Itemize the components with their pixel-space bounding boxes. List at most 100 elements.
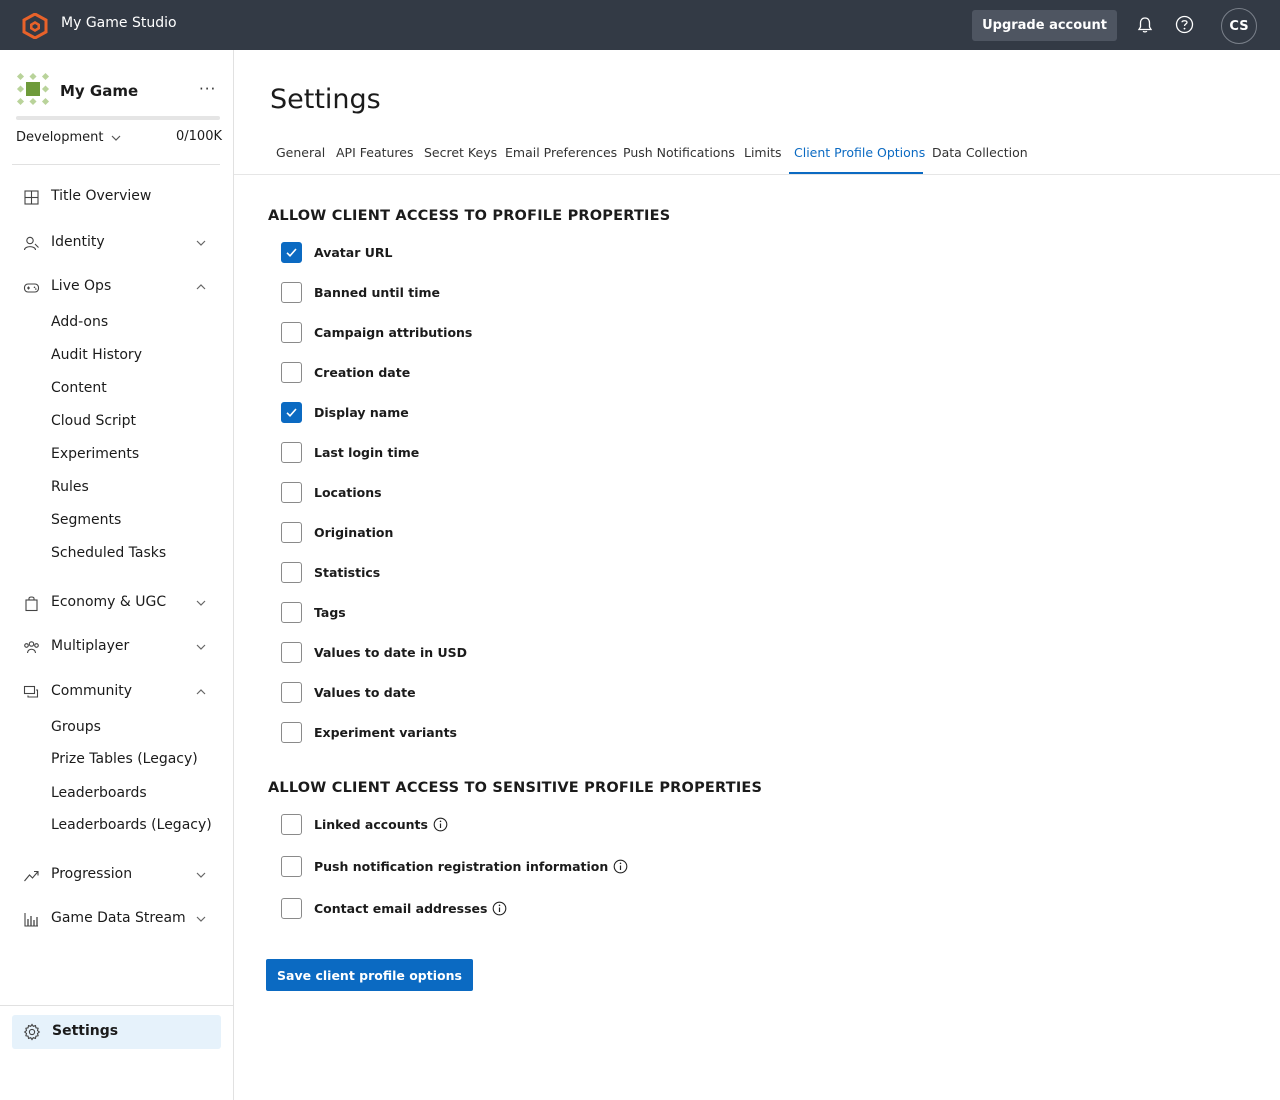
checkbox-option[interactable]: Locations [281,481,382,503]
nav-segments[interactable]: Segments [51,512,121,528]
nav-cloud-script[interactable]: Cloud Script [51,413,136,429]
nav-identity[interactable]: Identity [0,228,234,258]
chevron-down-icon [196,644,206,650]
checkbox-label[interactable]: Banned until time [314,285,440,300]
checkbox-label[interactable]: Campaign attributions [314,325,472,340]
user-avatar[interactable]: CS [1221,8,1257,44]
checkbox-option[interactable]: Display name [281,401,409,423]
info-icon[interactable] [433,817,448,832]
nav-prize-tables-legacy[interactable]: Prize Tables (Legacy) [51,751,198,767]
tab-general[interactable]: General [276,145,325,175]
checkbox-option[interactable]: Campaign attributions [281,321,472,343]
checkbox-checked[interactable] [281,401,302,423]
checkmark-icon [286,247,297,257]
checkbox-option[interactable]: Avatar URL [281,241,392,263]
bell-icon[interactable] [1136,16,1154,34]
checkbox-label[interactable]: Contact email addresses [314,901,487,916]
nav-content[interactable]: Content [51,380,107,396]
checkbox-label[interactable]: Values to date in USD [314,645,467,660]
checkbox-option[interactable]: Experiment variants [281,721,457,743]
checkbox-unchecked[interactable] [281,601,302,623]
checkbox-label[interactable]: Display name [314,405,409,420]
checkbox-unchecked[interactable] [281,441,302,463]
nav-scheduled-tasks[interactable]: Scheduled Tasks [51,545,166,561]
checkbox-option[interactable]: Push notification registration informati… [281,855,628,877]
top-bar: My Game Studio Upgrade account CS [0,0,1280,50]
checkbox-unchecked[interactable] [281,481,302,503]
tab-push-notifications[interactable]: Push Notifications [623,145,735,175]
checkbox-option[interactable]: Statistics [281,561,380,583]
nav-progression[interactable]: Progression [0,860,234,890]
nav-rules[interactable]: Rules [51,479,89,495]
checkbox-label[interactable]: Origination [314,525,393,540]
divider [12,164,220,165]
checkbox-option[interactable]: Linked accounts [281,813,448,835]
checkbox-unchecked[interactable] [281,721,302,743]
checkbox-unchecked[interactable] [281,321,302,343]
checkbox-option[interactable]: Contact email addresses [281,897,507,919]
nav-economy-ugc[interactable]: Economy & UGC [0,588,234,618]
checkbox-unchecked[interactable] [281,521,302,543]
nav-audit-history[interactable]: Audit History [51,347,142,363]
help-icon[interactable] [1175,15,1194,34]
nav-label: Multiplayer [51,638,130,654]
nav-multiplayer[interactable]: Multiplayer [0,632,234,662]
checkbox-unchecked[interactable] [281,813,302,835]
checkbox-checked[interactable] [281,241,302,263]
checkbox-label[interactable]: Experiment variants [314,725,457,740]
tab-secret-keys[interactable]: Secret Keys [424,145,497,175]
checkbox-label[interactable]: Creation date [314,365,410,380]
bar-chart-icon [24,913,38,927]
checkbox-unchecked[interactable] [281,855,302,877]
more-options-icon[interactable]: ··· [199,80,216,98]
nav-leaderboards[interactable]: Leaderboards [51,785,147,801]
section-heading-sensitive-properties: ALLOW CLIENT ACCESS TO SENSITIVE PROFILE… [268,780,763,796]
checkbox-label[interactable]: Last login time [314,445,419,460]
checkbox-option[interactable]: Creation date [281,361,410,383]
checkbox-option[interactable]: Last login time [281,441,419,463]
checkbox-option[interactable]: Tags [281,601,346,623]
checkbox-label[interactable]: Tags [314,605,346,620]
checkbox-label[interactable]: Statistics [314,565,380,580]
tab-limits[interactable]: Limits [744,145,782,175]
checkbox-option[interactable]: Values to date [281,681,416,703]
nav-settings[interactable]: Settings [12,1015,221,1049]
checkbox-option[interactable]: Banned until time [281,281,440,303]
checkbox-unchecked[interactable] [281,561,302,583]
nav-experiments[interactable]: Experiments [51,446,139,462]
studio-name[interactable]: My Game Studio [61,15,177,31]
chevron-down-icon [196,916,206,922]
checkbox-option[interactable]: Values to date in USD [281,641,467,663]
info-icon[interactable] [613,859,628,874]
tab-email-preferences[interactable]: Email Preferences [505,145,617,175]
brand-logo-icon[interactable] [22,13,48,39]
chevron-down-icon [196,240,206,246]
checkbox-label[interactable]: Values to date [314,685,416,700]
environment-selector[interactable]: Development [16,130,122,145]
tab-api-features[interactable]: API Features [336,145,414,175]
nav-add-ons[interactable]: Add-ons [51,314,108,330]
checkbox-label[interactable]: Linked accounts [314,817,428,832]
game-name[interactable]: My Game [60,82,138,100]
tab-data-collection[interactable]: Data Collection [932,145,1028,175]
nav-label: Progression [51,866,133,882]
checkbox-label[interactable]: Locations [314,485,382,500]
checkbox-unchecked[interactable] [281,361,302,383]
checkbox-unchecked[interactable] [281,281,302,303]
nav-community[interactable]: Community [0,677,234,707]
checkbox-label[interactable]: Push notification registration informati… [314,859,608,874]
info-icon[interactable] [492,901,507,916]
checkbox-unchecked[interactable] [281,897,302,919]
checkbox-label[interactable]: Avatar URL [314,245,392,260]
nav-game-data-stream[interactable]: Game Data Stream [0,904,234,934]
save-client-profile-options-button[interactable]: Save client profile options [266,959,473,991]
nav-leaderboards-legacy[interactable]: Leaderboards (Legacy) [51,817,212,833]
checkbox-unchecked[interactable] [281,681,302,703]
checkbox-unchecked[interactable] [281,641,302,663]
nav-live-ops[interactable]: Live Ops [0,272,234,302]
upgrade-account-button[interactable]: Upgrade account [972,10,1117,41]
nav-groups[interactable]: Groups [51,719,101,735]
tab-client-profile-options[interactable]: Client Profile Options [794,145,925,175]
nav-title-overview[interactable]: Title Overview [0,182,234,212]
checkbox-option[interactable]: Origination [281,521,393,543]
